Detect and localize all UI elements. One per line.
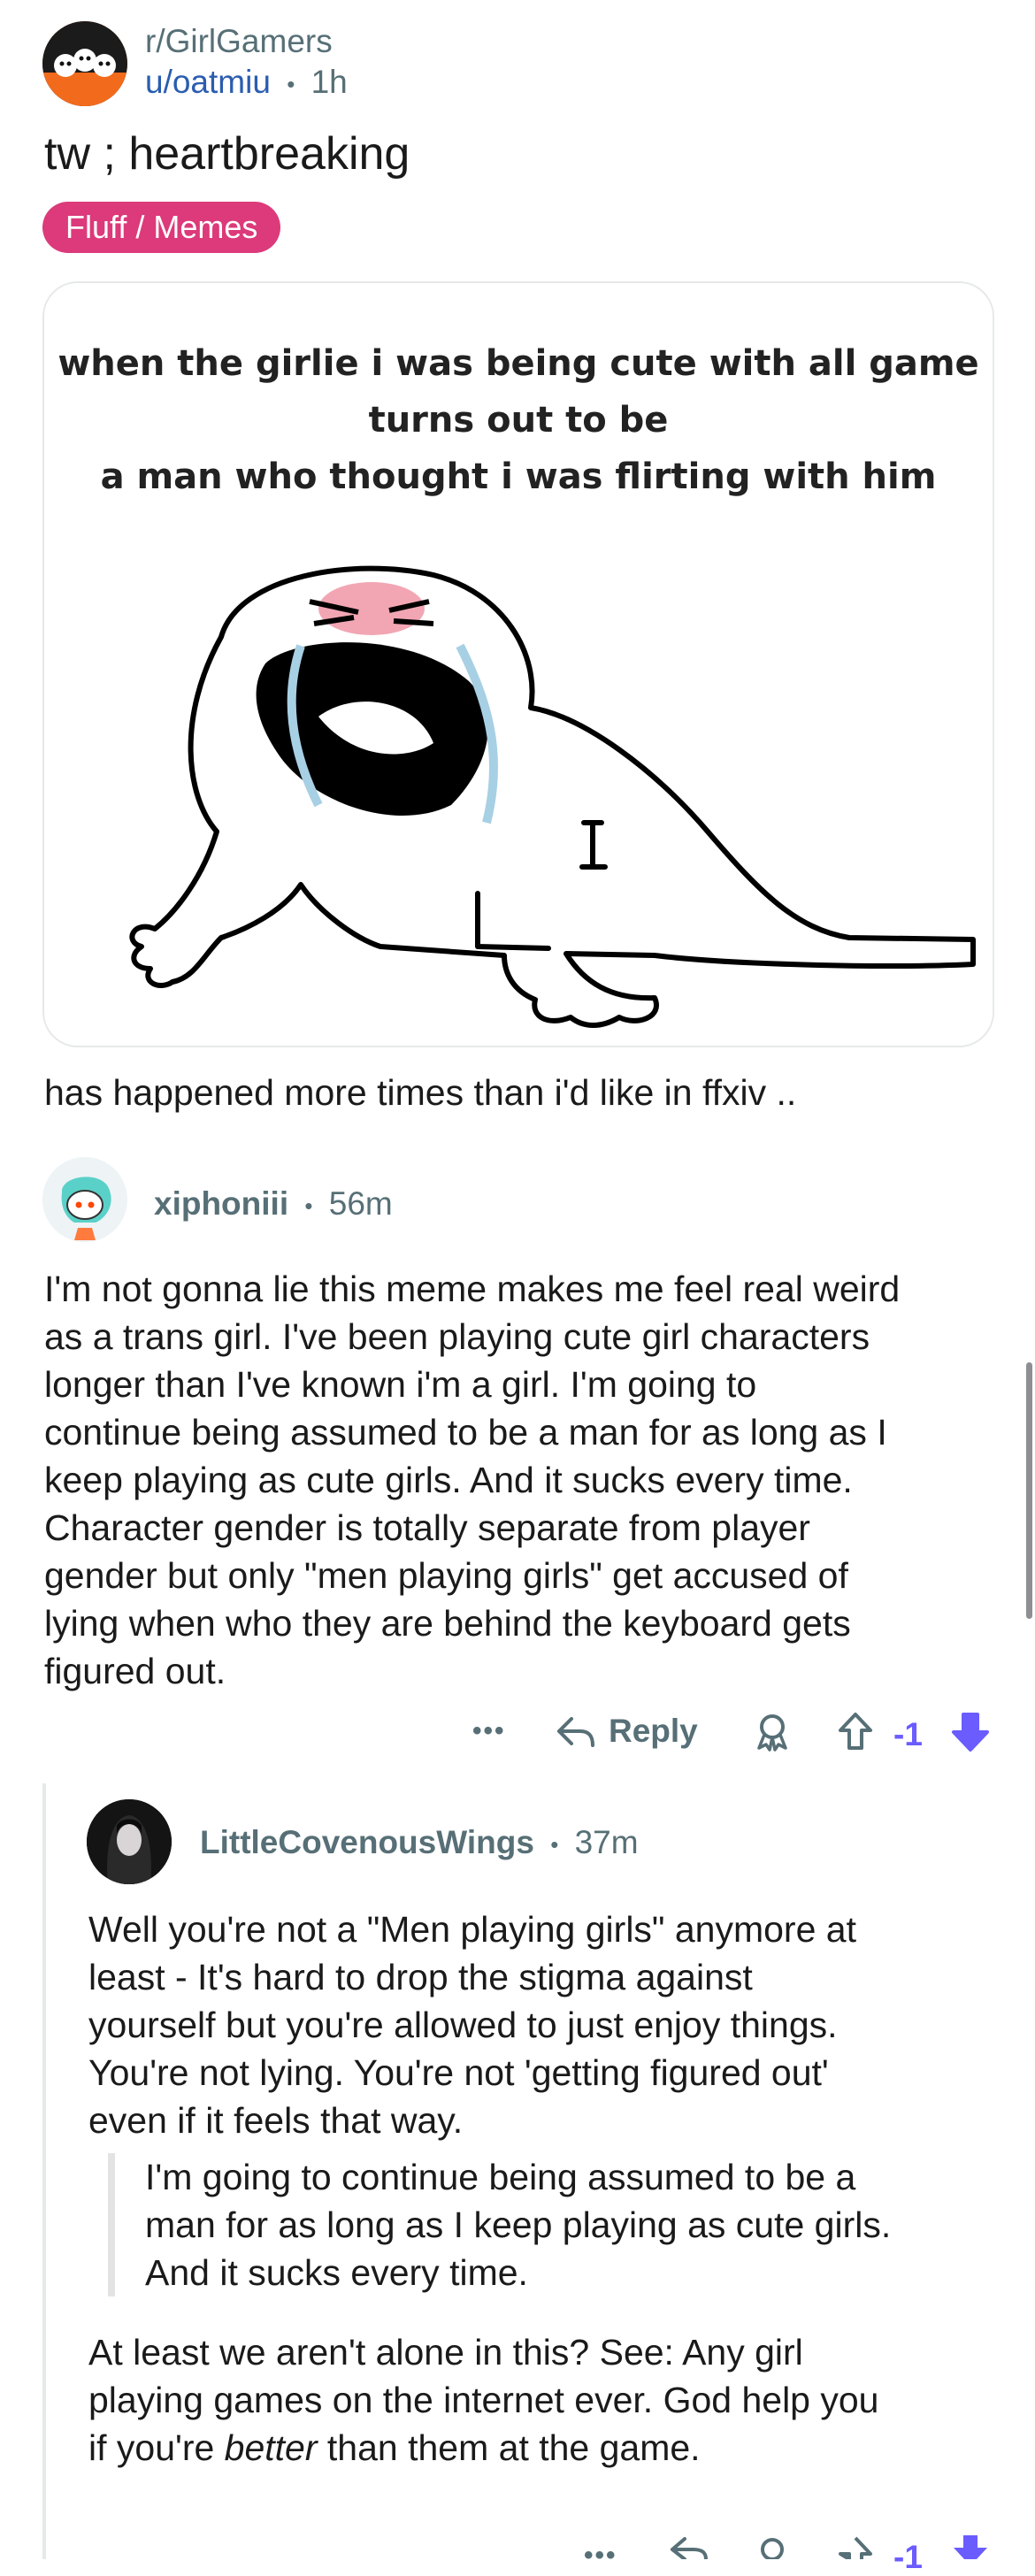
- comment-meta: xiphoniii • 56m: [154, 1185, 393, 1223]
- upvote-button[interactable]: [837, 1711, 874, 1752]
- comment-line: gender but only "men playing girls" get …: [44, 1555, 848, 1596]
- meme-caption-line-1: when the girlie i was being cute with al…: [58, 343, 979, 384]
- upvote-arrow-icon: [837, 2535, 874, 2559]
- emphasis-text: better: [224, 2427, 318, 2468]
- comment-line: keep playing as cute girls. And it sucks…: [44, 1460, 853, 1500]
- reply-arrow-icon: [669, 2537, 709, 2559]
- more-options-button[interactable]: •••: [584, 2541, 617, 2571]
- post-body: has happened more times than i'd like in…: [44, 1072, 797, 1113]
- more-options-button[interactable]: •••: [472, 1716, 506, 1746]
- meta-separator: •: [550, 1830, 559, 1858]
- crying-creature-illustration: [129, 565, 976, 1028]
- comment-line: lying when who they are behind the keybo…: [44, 1603, 851, 1644]
- comment-line: if you're better than them at the game.: [88, 2424, 878, 2472]
- comment-meta: LittleCovenousWings • 37m: [200, 1824, 639, 1861]
- post-flair[interactable]: Fluff / Memes: [42, 202, 281, 253]
- post-title[interactable]: tw ; heartbreaking: [44, 127, 410, 180]
- downvote-button[interactable]: [950, 1711, 991, 1753]
- quote-line: I'm going to continue being assumed to b…: [145, 2157, 856, 2197]
- quote-line: And it sucks every time.: [145, 2252, 528, 2293]
- comment-age: 37m: [574, 1824, 639, 1860]
- award-icon: [752, 2537, 793, 2559]
- comment-age: 56m: [328, 1185, 393, 1222]
- post-meta: u/oatmiu • 1h: [145, 64, 348, 101]
- comment-body: Well you're not a "Men playing girls" an…: [88, 1905, 856, 2144]
- commenter-avatar[interactable]: [87, 1799, 172, 1884]
- vote-score: -1: [893, 2539, 923, 2575]
- comment-line: yourself but you're allowed to just enjo…: [88, 2005, 838, 2045]
- post-age: 1h: [310, 64, 348, 100]
- scrollbar-thumb[interactable]: [1026, 1362, 1032, 1619]
- comment-line: figured out.: [44, 1651, 226, 1691]
- downvote-arrow-icon: [950, 1711, 991, 1753]
- commenter-avatar[interactable]: [42, 1157, 127, 1242]
- post-author[interactable]: u/oatmiu: [145, 64, 271, 100]
- block-quote: I'm going to continue being assumed to b…: [108, 2153, 1012, 2296]
- comment-line: playing games on the internet ever. God …: [88, 2380, 879, 2420]
- award-button[interactable]: [752, 1711, 793, 1752]
- upvote-button[interactable]: [837, 2535, 874, 2559]
- profile-photo-icon: [87, 1799, 172, 1884]
- award-icon: [752, 1711, 793, 1752]
- comment-line: Well you're not a "Men playing girls" an…: [88, 1909, 856, 1950]
- subreddit-name[interactable]: r/GirlGamers: [145, 23, 333, 60]
- comment-line: At least we aren't alone in this? See: A…: [88, 2332, 803, 2373]
- vote-score: -1: [893, 1716, 923, 1752]
- text-segment: if you're: [88, 2427, 225, 2468]
- meta-separator: •: [304, 1192, 313, 1219]
- reply-button[interactable]: Reply: [556, 1713, 698, 1750]
- comment-line: least - It's hard to drop the stigma aga…: [88, 1957, 753, 1997]
- comment-line: I'm not gonna lie this meme makes me fee…: [44, 1269, 901, 1309]
- text-segment: than them at the game.: [317, 2427, 701, 2468]
- subreddit-avatar[interactable]: [42, 21, 127, 106]
- downvote-arrow-icon: [950, 2535, 991, 2559]
- comment-line: continue being assumed to be a man for a…: [44, 1412, 887, 1453]
- comment-line: longer than I've known i'm a girl. I'm g…: [44, 1364, 757, 1405]
- meme-caption-line-2: turns out to be: [368, 400, 669, 441]
- reply-arrow-icon: [556, 1714, 596, 1749]
- post-image[interactable]: when the girlie i was being cute with al…: [42, 281, 994, 1047]
- meme-caption-line-3: a man who thought i was flirting with hi…: [100, 456, 937, 497]
- thread-line[interactable]: [42, 1783, 46, 2559]
- award-button[interactable]: [752, 2537, 793, 2559]
- comment-body: I'm not gonna lie this meme makes me fee…: [44, 1265, 900, 1695]
- comment-line: Character gender is totally separate fro…: [44, 1507, 810, 1548]
- subreddit-icon: [42, 21, 127, 106]
- comment-author[interactable]: LittleCovenousWings: [200, 1824, 534, 1860]
- downvote-button[interactable]: [950, 2535, 991, 2559]
- comment-body-tail: At least we aren't alone in this? See: A…: [88, 2328, 878, 2472]
- comment-line: as a trans girl. I've been playing cute …: [44, 1316, 870, 1357]
- comment-line: You're not lying. You're not 'getting fi…: [88, 2052, 829, 2093]
- meta-separator: •: [287, 70, 295, 97]
- upvote-arrow-icon: [837, 1711, 874, 1752]
- reply-label: Reply: [609, 1713, 698, 1749]
- snoo-avatar-icon: [42, 1157, 127, 1242]
- comment-line: even if it feels that way.: [88, 2100, 464, 2141]
- reply-button[interactable]: [669, 2537, 709, 2559]
- quote-line: man for as long as I keep playing as cut…: [145, 2204, 892, 2245]
- comment-author[interactable]: xiphoniii: [154, 1185, 288, 1222]
